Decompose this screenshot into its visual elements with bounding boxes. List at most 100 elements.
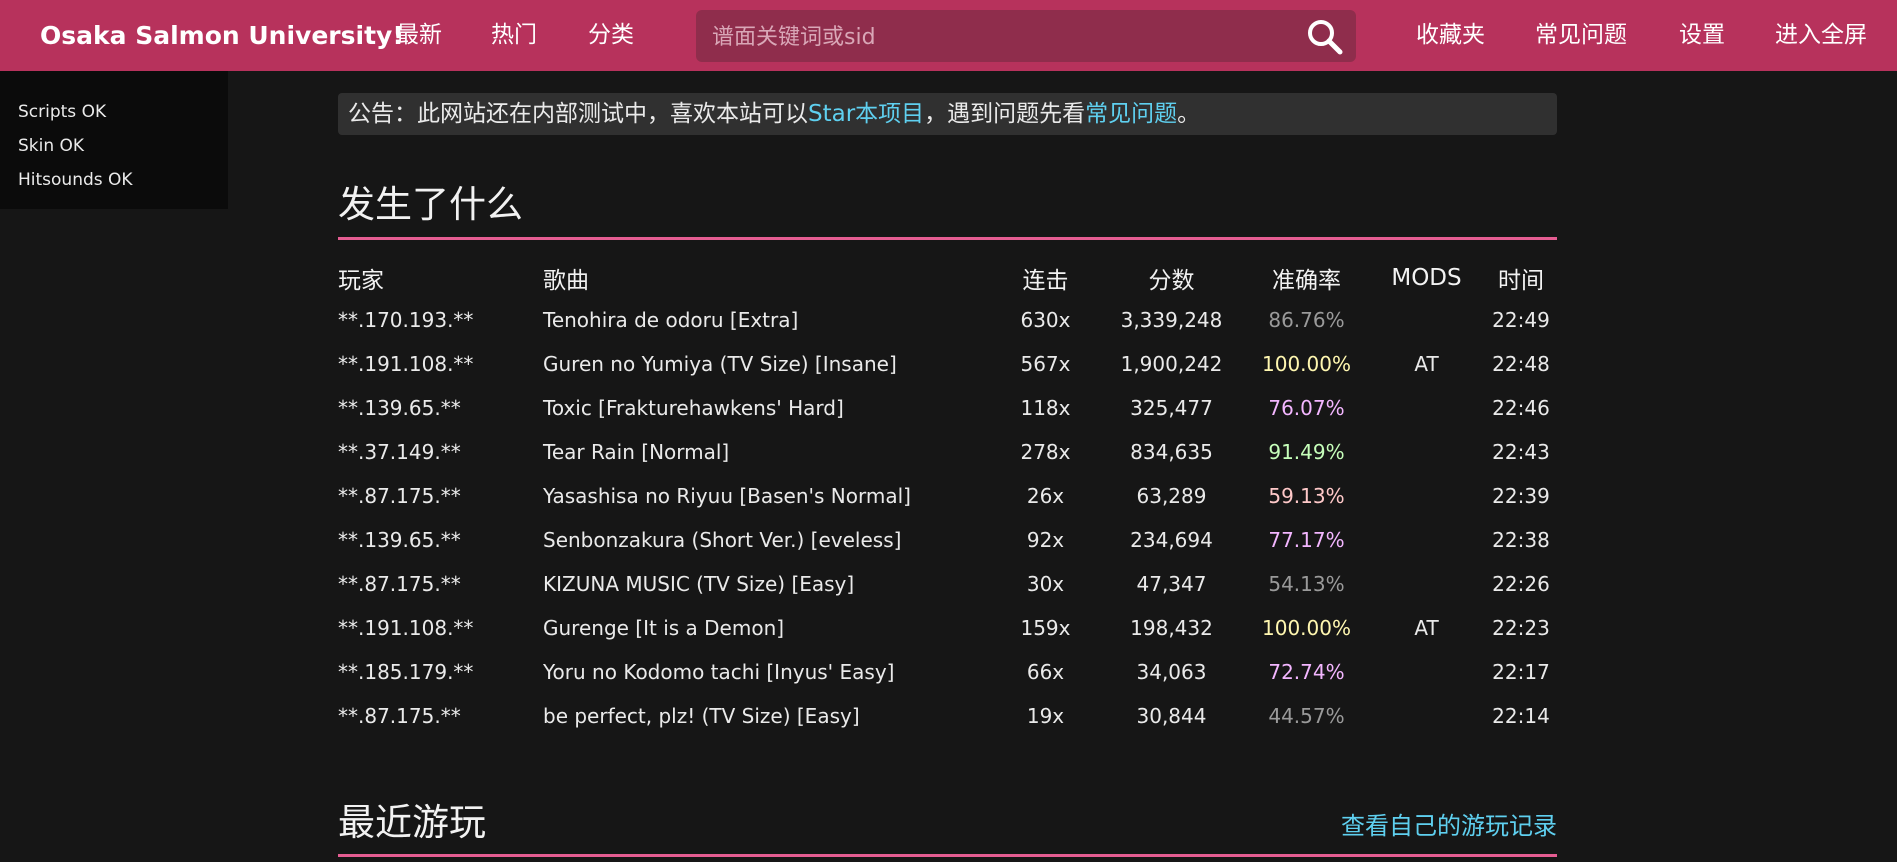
row-accuracy: 76.07% [1268, 396, 1345, 420]
nav-faq[interactable]: 常见问题 [1535, 0, 1627, 71]
site-brand[interactable]: Osaka Salmon University! [40, 0, 404, 71]
row-song[interactable]: be perfect, plz! (TV Size) [Easy] [543, 694, 993, 738]
row-player: **.87.175.** [338, 572, 461, 596]
row-score: 30,844 [1136, 704, 1207, 728]
table-row: **.191.108.** Gurenge [It is a Demon] 159x… [338, 606, 1557, 650]
row-combo: 118x [1020, 396, 1071, 420]
row-song[interactable]: Yoru no Kodomo tachi [Inyus' Easy] [543, 650, 993, 694]
nav-favorites[interactable]: 收藏夹 [1416, 0, 1485, 71]
top-nav-bar: Osaka Salmon University! 最新 热门 分类 收藏夹 常见… [0, 0, 1897, 71]
table-row: **.87.175.** Yasashisa no Riyuu [Basen's … [338, 474, 1557, 518]
row-score: 834,635 [1130, 440, 1213, 464]
row-player: **.139.65.** [338, 528, 461, 552]
table-row: **.87.175.** be perfect, plz! (TV Size) [… [338, 694, 1557, 738]
row-mods: AT [1414, 616, 1439, 640]
row-accuracy: 54.13% [1268, 572, 1345, 596]
search-box [696, 10, 1356, 64]
row-song[interactable]: Senbonzakura (Short Ver.) [eveless] [543, 518, 993, 562]
notice-prefix: 公告：此网站还在内部测试中，喜欢本站可以 [348, 101, 808, 127]
table-row: **.87.175.** KIZUNA MUSIC (TV Size) [Easy… [338, 562, 1557, 606]
row-mods [1368, 694, 1485, 738]
row-accuracy: 72.74% [1268, 660, 1345, 684]
row-player: **.170.193.** [338, 308, 474, 332]
col-song: 歌曲 [543, 268, 589, 294]
row-mods: AT [1414, 352, 1439, 376]
nav-settings[interactable]: 设置 [1679, 0, 1725, 71]
row-song[interactable]: Gurenge [It is a Demon] [543, 606, 993, 650]
row-accuracy: 44.57% [1268, 704, 1345, 728]
row-score: 234,694 [1130, 528, 1213, 552]
row-mods [1368, 430, 1485, 474]
row-accuracy: 100.00% [1262, 352, 1351, 376]
announcement-banner: 公告：此网站还在内部测试中，喜欢本站可以Star本项目，遇到问题先看常见问题。 [338, 93, 1557, 135]
section-divider [338, 237, 1557, 240]
row-song[interactable]: KIZUNA MUSIC (TV Size) [Easy] [543, 562, 993, 606]
row-time: 22:43 [1492, 440, 1550, 464]
row-mods [1368, 298, 1485, 342]
load-status-panel: Scripts OK Skin OK Hitsounds OK [0, 71, 228, 209]
nav-category[interactable]: 分类 [588, 0, 634, 71]
row-combo: 159x [1020, 616, 1071, 640]
nav-latest[interactable]: 最新 [396, 0, 442, 71]
row-song[interactable]: Guren no Yumiya (TV Size) [Insane] [543, 342, 993, 386]
row-accuracy: 86.76% [1268, 308, 1345, 332]
row-time: 22:39 [1492, 484, 1550, 508]
status-skin: Skin OK [18, 136, 85, 156]
row-player: **.185.179.** [338, 660, 474, 684]
row-combo: 30x [1026, 572, 1065, 596]
col-player: 玩家 [338, 268, 384, 294]
star-project-link[interactable]: Star本项目 [808, 101, 924, 127]
row-player: **.191.108.** [338, 352, 474, 376]
row-combo: 92x [1026, 528, 1065, 552]
row-combo: 630x [1020, 308, 1071, 332]
view-my-history-link[interactable]: 查看自己的游玩记录 [1341, 806, 1557, 841]
col-mods: MODS [1391, 265, 1462, 291]
row-score: 63,289 [1136, 484, 1207, 508]
row-score: 325,477 [1130, 396, 1213, 420]
section-title-activity: 发生了什么 [338, 183, 523, 226]
table-row: **.170.193.** Tenohira de odoru [Extra] 63… [338, 298, 1557, 342]
row-time: 22:17 [1492, 660, 1550, 684]
col-combo: 连击 [1022, 268, 1069, 294]
table-row: **.191.108.** Guren no Yumiya (TV Size) [… [338, 342, 1557, 386]
row-accuracy: 77.17% [1268, 528, 1345, 552]
row-score: 47,347 [1136, 572, 1207, 596]
row-combo: 66x [1026, 660, 1065, 684]
nav-fullscreen[interactable]: 进入全屏 [1775, 0, 1867, 71]
row-time: 22:23 [1492, 616, 1550, 640]
row-song[interactable]: Tear Rain [Normal] [543, 430, 993, 474]
row-time: 22:38 [1492, 528, 1550, 552]
row-song[interactable]: Tenohira de odoru [Extra] [543, 298, 993, 342]
col-time: 时间 [1498, 268, 1544, 294]
status-hitsounds: Hitsounds OK [18, 170, 133, 190]
row-score: 34,063 [1136, 660, 1207, 684]
search-icon[interactable] [1306, 18, 1344, 56]
row-player: **.87.175.** [338, 704, 461, 728]
row-song[interactable]: Toxic [Frakturehawkens' Hard] [543, 386, 993, 430]
row-mods [1368, 562, 1485, 606]
row-player: **.139.65.** [338, 396, 461, 420]
row-player: **.37.149.** [338, 440, 461, 464]
col-accuracy: 准确率 [1272, 268, 1341, 294]
row-song[interactable]: Yasashisa no Riyuu [Basen's Normal] [543, 474, 993, 518]
row-time: 22:48 [1492, 352, 1550, 376]
row-score: 198,432 [1130, 616, 1213, 640]
row-time: 22:26 [1492, 572, 1550, 596]
search-input[interactable] [710, 10, 1294, 64]
row-player: **.87.175.** [338, 484, 461, 508]
nav-hot[interactable]: 热门 [491, 0, 537, 71]
table-row: **.139.65.** Toxic [Frakturehawkens' Hard… [338, 386, 1557, 430]
row-time: 22:14 [1492, 704, 1550, 728]
table-row: **.185.179.** Yoru no Kodomo tachi [Inyus… [338, 650, 1557, 694]
row-combo: 278x [1020, 440, 1071, 464]
table-row: **.139.65.** Senbonzakura (Short Ver.) [e… [338, 518, 1557, 562]
table-row: **.37.149.** Tear Rain [Normal] 278x 834,63… [338, 430, 1557, 474]
table-header-row: 玩家 歌曲 连击 分数 准确率 MODS 时间 [338, 258, 1557, 298]
notice-suffix: 。 [1177, 101, 1201, 127]
row-accuracy: 100.00% [1262, 616, 1351, 640]
faq-link[interactable]: 常见问题 [1085, 101, 1177, 127]
row-accuracy: 91.49% [1268, 440, 1345, 464]
row-combo: 567x [1020, 352, 1071, 376]
status-scripts: Scripts OK [18, 102, 107, 122]
row-time: 22:46 [1492, 396, 1550, 420]
